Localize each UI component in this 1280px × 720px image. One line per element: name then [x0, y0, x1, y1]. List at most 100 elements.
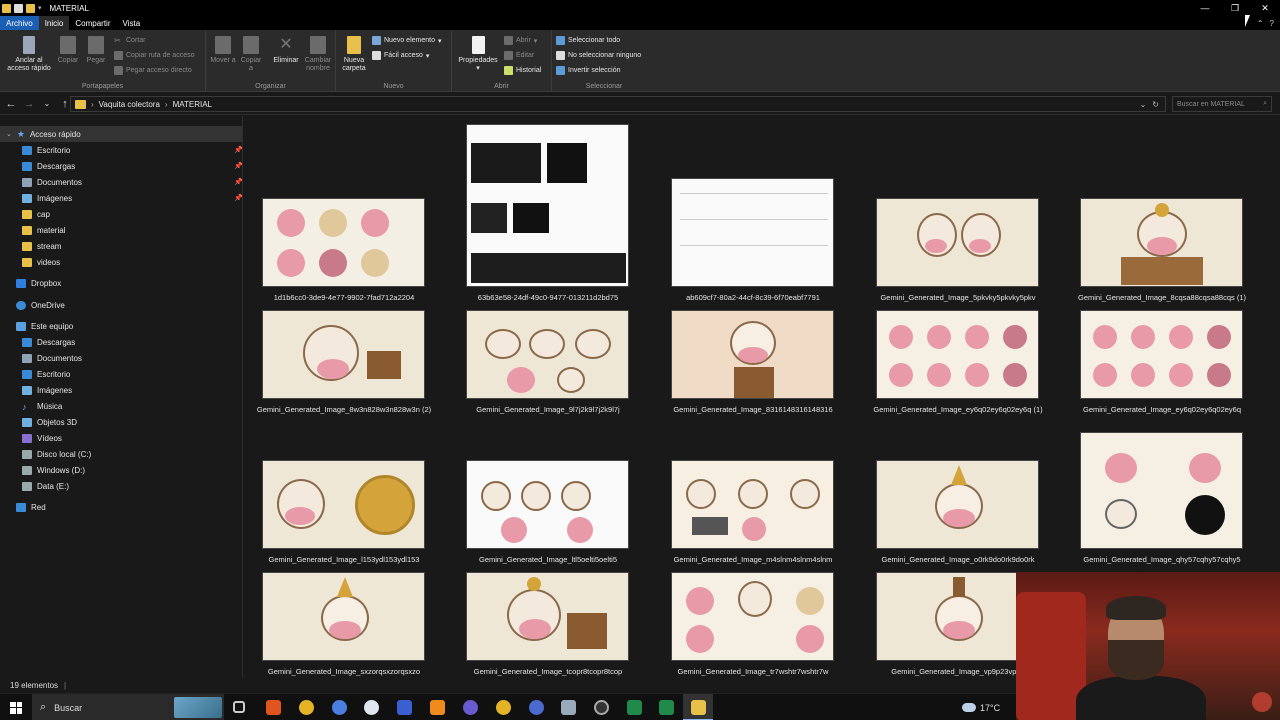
- edit-button[interactable]: Editar: [504, 51, 534, 60]
- chrome-icon[interactable]: [496, 700, 511, 715]
- nav-pc-windows-d[interactable]: Windows (D:): [22, 462, 85, 478]
- nav-pc-data-e[interactable]: Data (E:): [22, 478, 69, 494]
- tab-compartir[interactable]: Compartir: [69, 16, 116, 30]
- history-button[interactable]: Historial: [504, 66, 541, 75]
- file-thumbnail[interactable]: [262, 572, 425, 661]
- nav-este-equipo[interactable]: Este equipo: [16, 318, 73, 334]
- file-name[interactable]: Gemini_Generated_Image_8w3n828w3n828w3n …: [254, 405, 434, 414]
- discord-icon[interactable]: [463, 700, 478, 715]
- file-thumbnail[interactable]: [876, 572, 1039, 661]
- refresh-icon[interactable]: ↻: [1152, 100, 1159, 109]
- file-thumbnail[interactable]: [1080, 432, 1243, 549]
- file-thumbnail[interactable]: [466, 460, 629, 549]
- nav-videos[interactable]: videos: [22, 254, 60, 270]
- file-name[interactable]: Gemini_Generated_Image_ltl5oelti5oelti5: [458, 555, 638, 564]
- new-folder-button[interactable]: Nueva carpeta: [340, 36, 368, 73]
- nav-onedrive[interactable]: OneDrive: [16, 297, 65, 313]
- nav-pc-musica[interactable]: ♪ Música: [22, 398, 62, 414]
- pin-quick-access-button[interactable]: Anclar al acceso rápido: [4, 36, 54, 73]
- nav-descargas[interactable]: Descargas: [22, 158, 75, 174]
- photoshop-icon[interactable]: [397, 700, 412, 715]
- file-name[interactable]: Gemini_Generated_Image_8316148316148316: [663, 405, 843, 414]
- nav-pc-objetos-3d[interactable]: Objetos 3D: [22, 414, 77, 430]
- app-icon[interactable]: [561, 700, 576, 715]
- chevron-down-icon[interactable]: ⌄: [1140, 100, 1147, 109]
- file-name[interactable]: Gemini_Generated_Image_sxzorqsxzorqsxzo: [254, 667, 434, 676]
- collapse-ribbon-icon[interactable]: ⌃: [1257, 19, 1264, 28]
- file-name[interactable]: 1d1b6cc0-3de9-4e77-9902-7fad712a2204: [254, 293, 434, 302]
- file-thumbnail[interactable]: [262, 198, 425, 287]
- nav-documentos[interactable]: Documentos: [22, 174, 82, 190]
- file-name[interactable]: Gemini_Generated_Image_8cqsa88cqsa88cqs …: [1072, 293, 1252, 302]
- file-thumbnail[interactable]: [671, 460, 834, 549]
- obs-icon[interactable]: [594, 700, 609, 715]
- file-thumbnail[interactable]: [1080, 198, 1243, 287]
- file-explorer-taskbar-button[interactable]: [683, 694, 713, 720]
- tab-inicio[interactable]: Inicio: [38, 16, 70, 30]
- copy-button[interactable]: Copiar: [56, 36, 80, 65]
- nav-pc-escritorio[interactable]: Escritorio: [22, 366, 70, 382]
- paste-button[interactable]: Pegar: [84, 36, 108, 65]
- breadcrumb-material[interactable]: MATERIAL: [173, 100, 212, 109]
- chevron-right-icon[interactable]: ›: [91, 100, 94, 109]
- search-input[interactable]: Buscar en MATERIAL ⌕: [1172, 96, 1272, 112]
- nav-pc-disco-c[interactable]: Disco local (C:): [22, 446, 91, 462]
- nav-stream[interactable]: stream: [22, 238, 61, 254]
- file-name[interactable]: Gemini_Generated_Image_ey6q02ey6q02ey6q …: [868, 405, 1048, 414]
- file-thumbnail[interactable]: [262, 310, 425, 399]
- cut-button[interactable]: ✂ Cortar: [114, 36, 145, 45]
- back-icon[interactable]: ←: [2, 98, 20, 110]
- file-thumbnail[interactable]: [671, 178, 834, 287]
- pin-icon[interactable]: 📌: [234, 178, 243, 186]
- properties-icon[interactable]: [14, 3, 23, 13]
- file-thumbnail[interactable]: [671, 310, 834, 399]
- excel-icon[interactable]: [627, 700, 642, 715]
- paste-shortcut-button[interactable]: Pegar acceso directo: [114, 66, 192, 75]
- customize-toolbar-icon[interactable]: ▾: [38, 4, 42, 12]
- start-button[interactable]: [0, 694, 32, 720]
- breadcrumb[interactable]: › Vaquita colectora › MATERIAL ⌄ ↻: [70, 96, 1166, 112]
- nav-pc-videos[interactable]: Vídeos: [22, 430, 62, 446]
- rename-button[interactable]: Cambiar nombre: [302, 36, 334, 73]
- select-none-button[interactable]: No seleccionar ninguno: [556, 51, 641, 60]
- invert-selection-button[interactable]: Invertir selección: [556, 66, 621, 75]
- file-name[interactable]: Gemini_Generated_Image_ey6q02ey6q02ey6q: [1072, 405, 1252, 414]
- recent-locations-icon[interactable]: ⌄: [38, 99, 56, 108]
- file-name[interactable]: Gemini_Generated_Image_9l7j2k9l7j2k9l7j: [458, 405, 638, 414]
- app-icon[interactable]: [332, 700, 347, 715]
- minimize-button[interactable]: —: [1190, 0, 1220, 16]
- forward-icon[interactable]: →: [20, 98, 38, 110]
- file-thumbnail[interactable]: [876, 198, 1039, 287]
- select-all-button[interactable]: Seleccionar todo: [556, 36, 620, 45]
- nav-red[interactable]: Red: [16, 499, 46, 515]
- file-name[interactable]: Gemini_Generated_Image_5pkvky5pkvky5pkv: [868, 293, 1048, 302]
- task-view-icon[interactable]: [233, 701, 245, 713]
- restore-button[interactable]: ❐: [1220, 0, 1250, 16]
- pin-icon[interactable]: 📌: [234, 194, 243, 202]
- close-button[interactable]: ✕: [1250, 0, 1280, 16]
- excel-icon[interactable]: [659, 700, 674, 715]
- easy-access-button[interactable]: Fácil acceso ▾: [372, 51, 429, 60]
- file-thumbnail[interactable]: [876, 310, 1039, 399]
- nav-acceso-rapido[interactable]: ⌄ ★ Acceso rápido: [0, 126, 242, 142]
- tab-vista[interactable]: Vista: [117, 16, 147, 30]
- taskbar-search[interactable]: ⌕ Buscar: [32, 694, 224, 720]
- nav-pc-imagenes[interactable]: Imágenes: [22, 382, 72, 398]
- system-tray[interactable]: 17°C: [962, 694, 1000, 720]
- file-name[interactable]: Gemini_Generated_Image_m4slnm4slnm4slnm: [663, 555, 843, 564]
- chrome-icon[interactable]: [299, 700, 314, 715]
- properties-button[interactable]: Propiedades ▾: [456, 36, 500, 73]
- new-folder-icon[interactable]: [26, 3, 35, 13]
- file-thumbnail[interactable]: [262, 460, 425, 549]
- pin-icon[interactable]: 📌: [234, 146, 243, 154]
- nav-pc-documentos[interactable]: Documentos: [22, 350, 82, 366]
- brave-icon[interactable]: [266, 700, 281, 715]
- app-icon[interactable]: [529, 700, 544, 715]
- file-thumbnail[interactable]: [671, 572, 834, 661]
- breadcrumb-vaquita-colectora[interactable]: Vaquita colectora: [99, 100, 160, 109]
- file-name[interactable]: Gemini_Generated_Image_l153ydl153ydl153: [254, 555, 434, 564]
- copy-to-button[interactable]: Copiar a: [238, 36, 264, 73]
- open-button[interactable]: Abrir ▾: [504, 36, 537, 45]
- file-thumbnail[interactable]: [876, 460, 1039, 549]
- tab-archivo[interactable]: Archivo: [0, 16, 39, 30]
